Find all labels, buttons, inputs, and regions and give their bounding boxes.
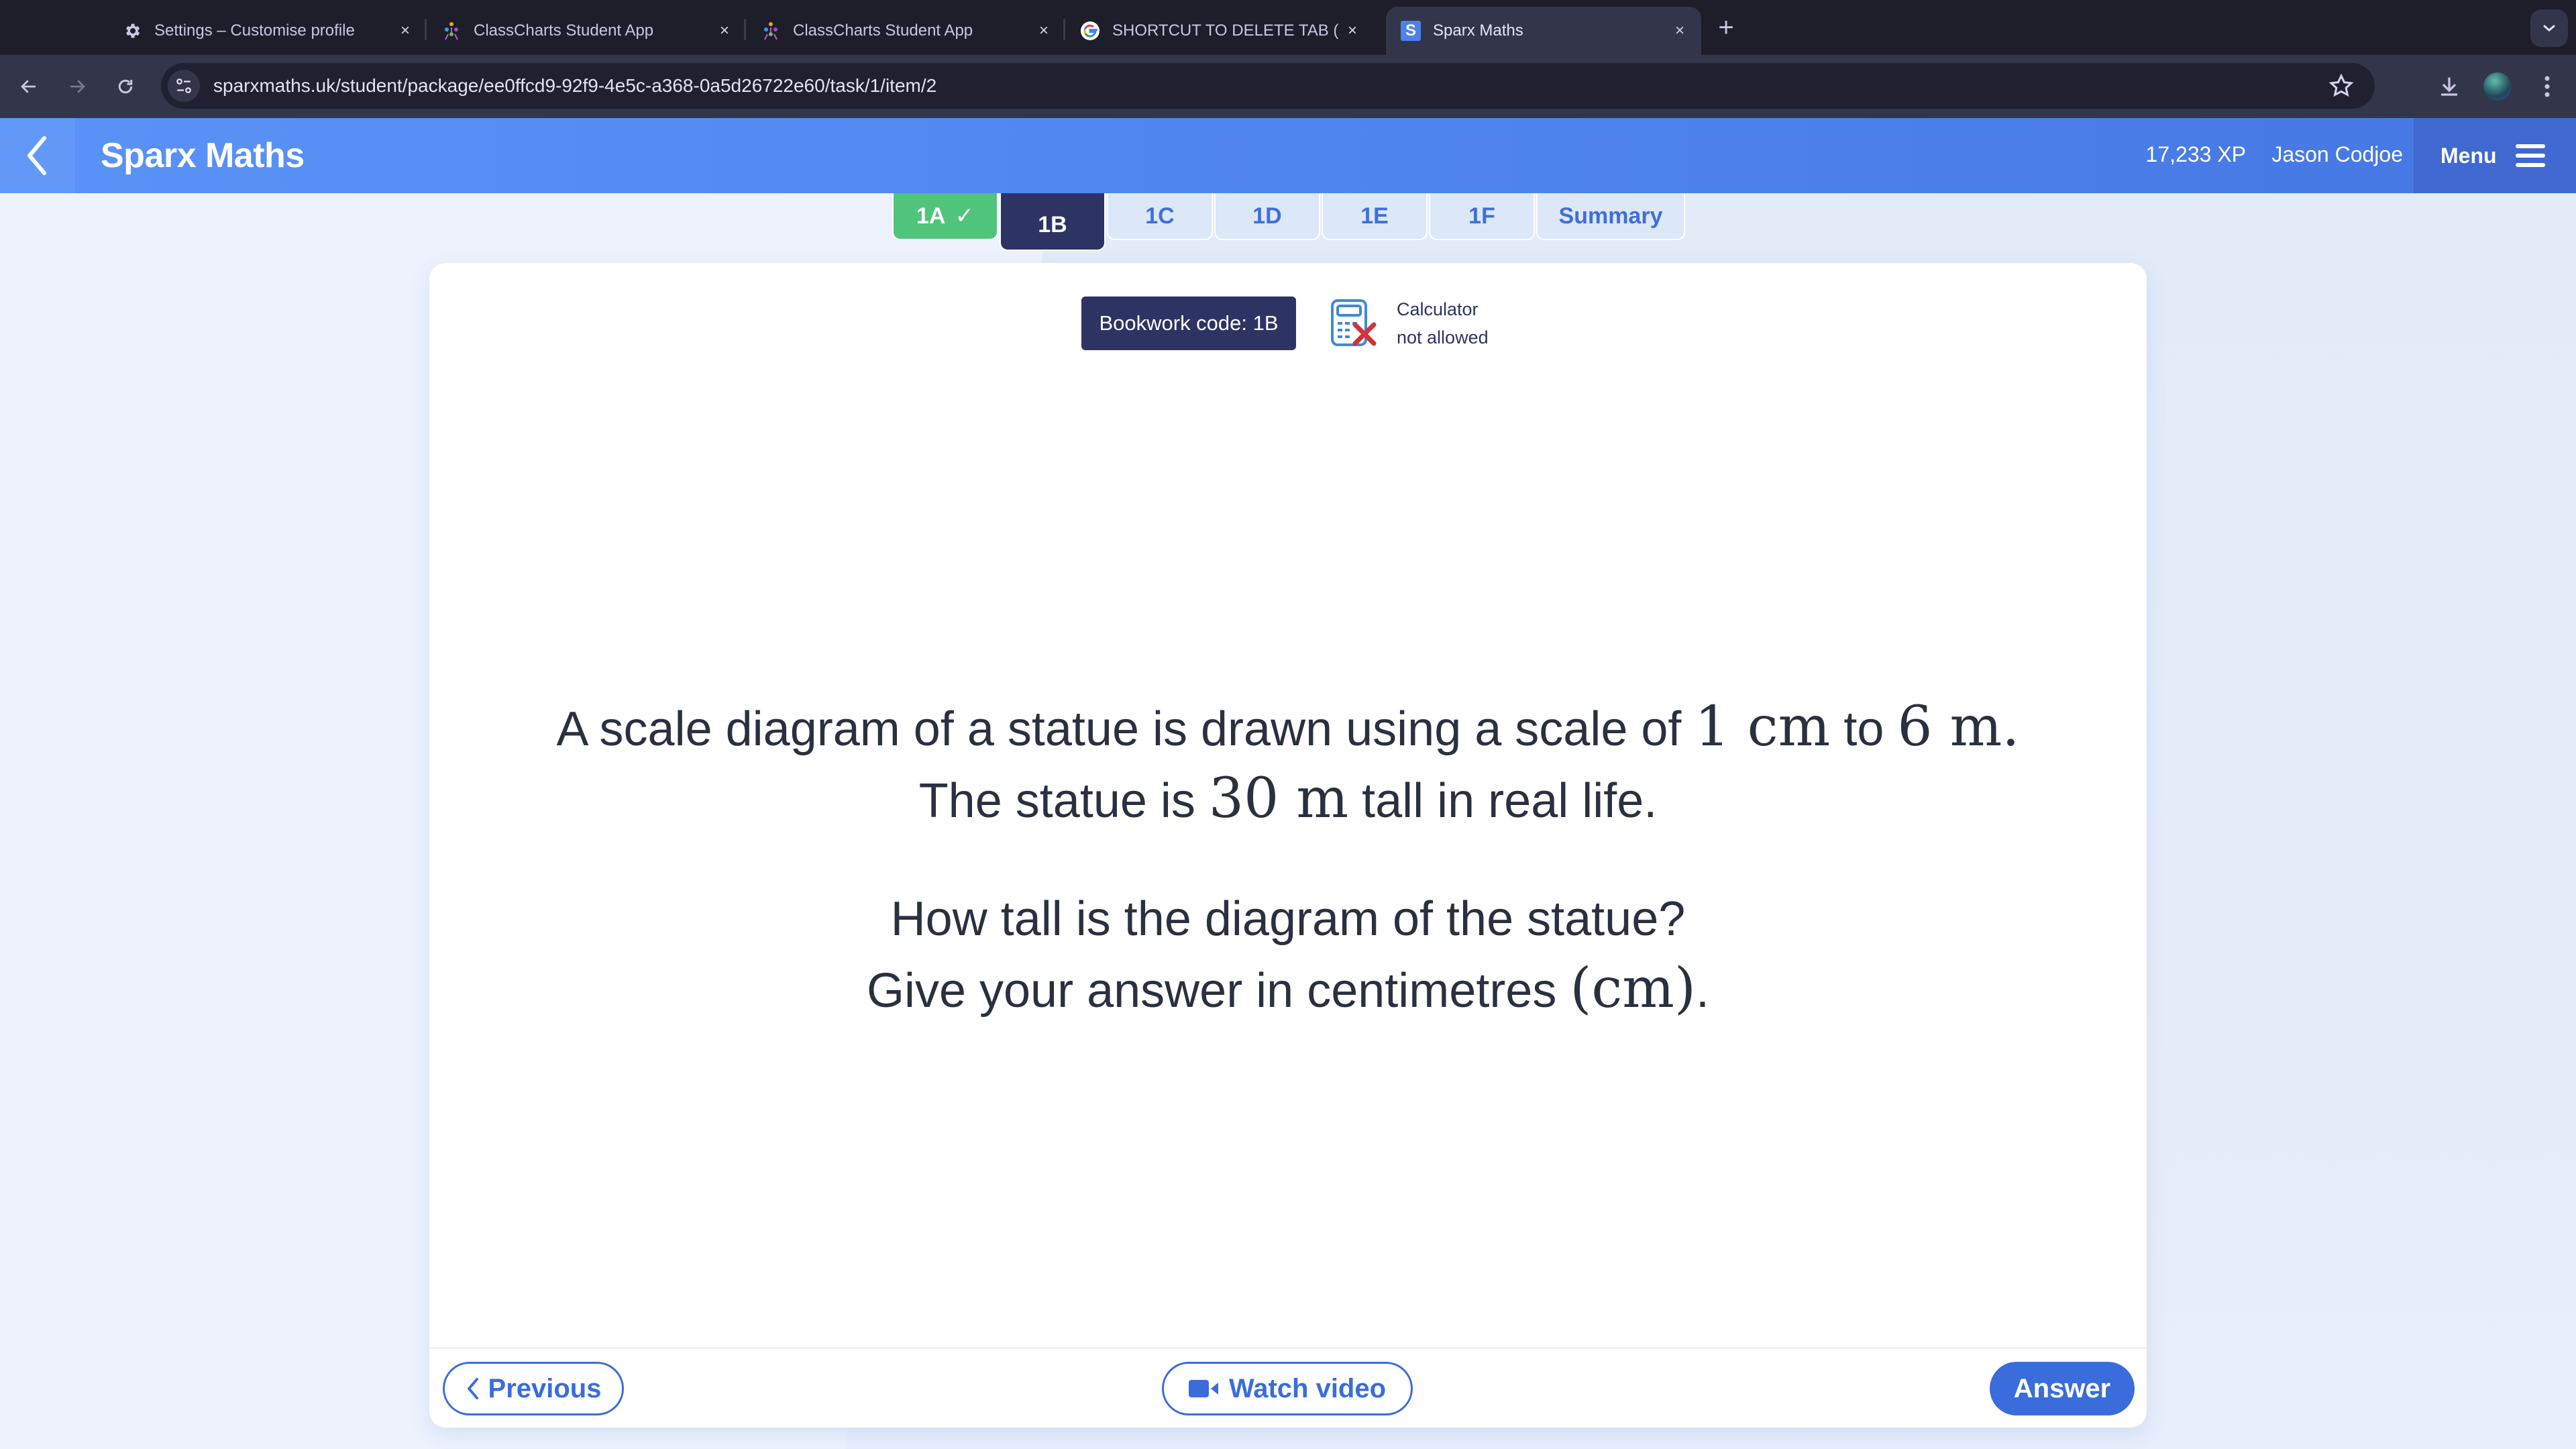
check-icon: ✓ bbox=[955, 203, 974, 229]
google-icon bbox=[1080, 21, 1100, 41]
calculator-label: Calculator bbox=[1397, 299, 1479, 319]
tab-title: Sparx Maths bbox=[1433, 21, 1523, 40]
star-icon bbox=[2328, 73, 2354, 97]
arrow-right-icon bbox=[70, 80, 85, 93]
task-tab-1d[interactable]: 1D bbox=[1214, 193, 1320, 240]
classcharts-icon bbox=[761, 21, 781, 41]
tab-title: Settings – Customise profile bbox=[154, 21, 355, 40]
tab-title: SHORTCUT TO DELETE TAB ( bbox=[1112, 21, 1339, 40]
question-text-part: . bbox=[1696, 964, 1710, 1018]
task-tab-label: 1E bbox=[1360, 203, 1389, 229]
chevron-left-icon bbox=[28, 136, 46, 175]
tune-icon bbox=[176, 78, 191, 93]
card-footer-divider bbox=[429, 1347, 2147, 1349]
browser-toolbar: sparxmaths.uk/student/package/ee0ffcd9-9… bbox=[0, 55, 2576, 118]
close-tab-icon[interactable]: × bbox=[1340, 21, 1364, 40]
user-name: Jason Codjoe bbox=[2271, 142, 2403, 166]
xp-count: 17,233 XP bbox=[2145, 142, 2246, 166]
reload-button[interactable] bbox=[109, 70, 142, 103]
browser-tab-classcharts[interactable]: ClassCharts Student App × bbox=[427, 7, 746, 55]
question-text: A scale diagram of a statue is drawn usi… bbox=[429, 692, 2147, 1026]
forward-button[interactable] bbox=[60, 70, 94, 103]
classcharts-icon bbox=[441, 21, 462, 41]
profile-button[interactable] bbox=[2481, 70, 2514, 103]
browser-menu-button[interactable] bbox=[2530, 70, 2564, 103]
previous-label: Previous bbox=[488, 1373, 602, 1403]
watch-video-label: Watch video bbox=[1228, 1373, 1387, 1403]
task-tab-label: 1C bbox=[1145, 203, 1175, 229]
question-text-part: tall in real life. bbox=[1348, 774, 1658, 828]
math-expression: 1 cm bbox=[1695, 695, 1831, 759]
answer-button[interactable]: Answer bbox=[1990, 1362, 2135, 1415]
task-tab-label: 1F bbox=[1468, 203, 1495, 229]
close-tab-icon[interactable]: × bbox=[1668, 21, 1692, 40]
question-text-part: Give your answer in centimetres bbox=[866, 964, 1570, 1018]
more-vertical-icon bbox=[2544, 76, 2550, 97]
site-info-button[interactable] bbox=[168, 70, 200, 102]
previous-button[interactable]: Previous bbox=[443, 1362, 624, 1415]
task-tabs: 1A ✓ 1B 1C 1D 1E 1F Summary bbox=[892, 193, 1686, 254]
bookmark-star-button[interactable] bbox=[2328, 72, 2355, 99]
question-text-part: to bbox=[1830, 702, 1898, 756]
tab-search-button[interactable] bbox=[2530, 9, 2568, 47]
math-expression: 6 m bbox=[1897, 695, 2002, 759]
address-bar[interactable]: sparxmaths.uk/student/package/ee0ffcd9-9… bbox=[161, 63, 2375, 109]
question-text-part: . bbox=[2002, 695, 2020, 759]
arrow-left-icon bbox=[21, 80, 36, 93]
question-line-2: The statue is 30 m tall in real life. bbox=[429, 764, 2147, 836]
url-text[interactable]: sparxmaths.uk/student/package/ee0ffcd9-9… bbox=[213, 75, 936, 97]
menu-label: Menu bbox=[2440, 143, 2497, 168]
task-tab-summary[interactable]: Summary bbox=[1536, 193, 1685, 240]
task-tab-label: 1B bbox=[1038, 211, 1067, 237]
task-tab-1a[interactable]: 1A ✓ bbox=[892, 193, 998, 240]
menu-button[interactable]: Menu bbox=[2414, 118, 2576, 193]
calculator-status-text: not allowed bbox=[1397, 327, 1489, 347]
watch-video-button[interactable]: Watch video bbox=[1162, 1362, 1413, 1415]
math-expression: 30 m bbox=[1208, 767, 1349, 830]
download-icon bbox=[2441, 77, 2457, 96]
close-tab-icon[interactable]: × bbox=[1032, 21, 1056, 40]
bookwork-code-badge: Bookwork code: 1B bbox=[1081, 297, 1296, 350]
question-text-part: A scale diagram of a statue is drawn usi… bbox=[556, 702, 1695, 756]
browser-tab-strip: Settings – Customise profile × ClassChar… bbox=[0, 0, 2576, 55]
close-tab-icon[interactable]: × bbox=[712, 21, 737, 40]
calculator-not-allowed-icon bbox=[1331, 299, 1377, 346]
reload-icon bbox=[118, 79, 133, 94]
video-camera-icon bbox=[1188, 1380, 1218, 1397]
downloads-button[interactable] bbox=[2432, 70, 2466, 103]
question-line-1: A scale diagram of a statue is drawn usi… bbox=[429, 692, 2147, 764]
browser-tab-settings[interactable]: Settings – Customise profile × bbox=[107, 7, 427, 55]
hamburger-icon bbox=[2515, 144, 2545, 167]
task-tab-1f[interactable]: 1F bbox=[1429, 193, 1535, 240]
back-nav-button[interactable] bbox=[0, 118, 75, 193]
task-tab-label: 1A bbox=[916, 203, 946, 229]
sparx-icon: S bbox=[1401, 21, 1421, 41]
browser-tab-classcharts-2[interactable]: ClassCharts Student App × bbox=[746, 7, 1065, 55]
question-line-4: Give your answer in centimetres (cm). bbox=[429, 954, 2147, 1026]
task-tab-label: 1D bbox=[1252, 203, 1282, 229]
math-expression: (cm) bbox=[1570, 957, 1697, 1020]
chevron-left-icon bbox=[467, 1378, 478, 1399]
task-tab-1c[interactable]: 1C bbox=[1107, 193, 1213, 240]
calculator-status: Calculator not allowed bbox=[1328, 295, 1489, 352]
gear-icon bbox=[122, 21, 142, 41]
task-tab-1e[interactable]: 1E bbox=[1322, 193, 1428, 240]
back-button[interactable] bbox=[12, 70, 46, 103]
app-logo: Sparx Maths bbox=[101, 136, 305, 175]
app-header: Sparx Maths 17,233 XP Jason Codjoe Menu bbox=[0, 118, 2576, 193]
browser-tab-google[interactable]: SHORTCUT TO DELETE TAB ( × bbox=[1065, 7, 1374, 55]
chevron-down-icon bbox=[2543, 25, 2555, 32]
task-tab-label: Summary bbox=[1558, 203, 1663, 229]
browser-tab-sparx[interactable]: S Sparx Maths × bbox=[1386, 7, 1701, 55]
new-tab-button[interactable]: + bbox=[1709, 11, 1743, 44]
close-tab-icon[interactable]: × bbox=[393, 21, 417, 40]
question-card: Bookwork code: 1B Calculator not allowed… bbox=[429, 263, 2147, 1428]
profile-avatar bbox=[2483, 72, 2512, 101]
tab-title: ClassCharts Student App bbox=[793, 21, 973, 40]
sparx-favicon-letter: S bbox=[1405, 21, 1416, 40]
tab-title: ClassCharts Student App bbox=[474, 21, 654, 40]
question-line-3: How tall is the diagram of the statue? bbox=[890, 892, 1686, 946]
question-text-part: The statue is bbox=[918, 774, 1209, 828]
task-tab-1b[interactable]: 1B bbox=[1000, 193, 1106, 251]
